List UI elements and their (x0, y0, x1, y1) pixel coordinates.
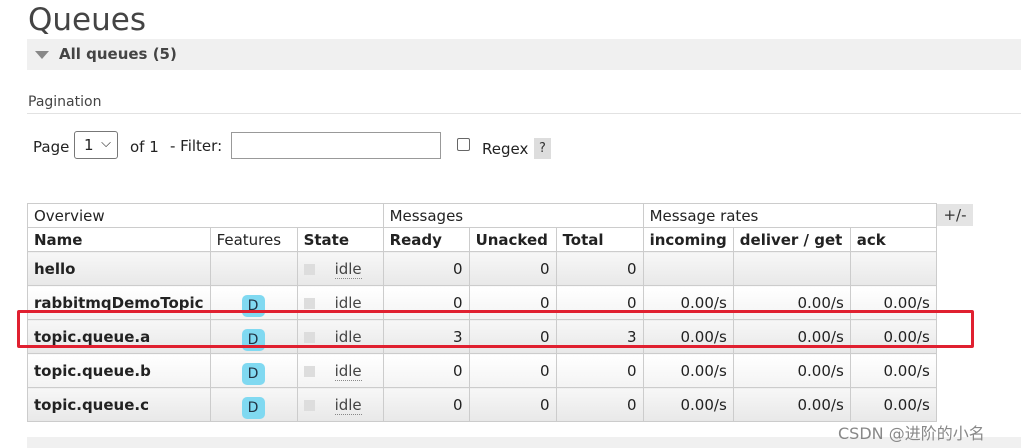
of-label: of 1 (130, 138, 159, 156)
group-header-rates: Message rates (642, 203, 937, 228)
page-select[interactable]: 1 ⌵ (74, 131, 118, 159)
ready-cell: 0 (382, 353, 470, 388)
queue-name-link[interactable]: topic.queue.b (34, 362, 151, 380)
column-header-ack[interactable]: ack (849, 227, 937, 252)
group-header-overview: Overview (27, 203, 384, 228)
column-header-name[interactable]: Name (27, 227, 211, 252)
filter-input[interactable] (231, 132, 441, 159)
section-label: All queues (5) (59, 45, 177, 63)
queue-name-link[interactable]: topic.queue.c (34, 396, 149, 414)
incoming-cell: 0.00/s (642, 387, 734, 422)
regex-checkbox[interactable] (457, 138, 470, 151)
column-header-ready[interactable]: Ready (382, 227, 470, 252)
durable-badge: D (241, 396, 265, 419)
help-button[interactable]: ? (534, 138, 551, 159)
durable-badge: D (241, 362, 265, 385)
group-header-messages: Messages (382, 203, 644, 228)
state-indicator (303, 297, 315, 309)
table-row[interactable]: hello idle 0 0 0 (27, 251, 937, 286)
state-label: idle (334, 259, 362, 279)
state-label: idle (334, 361, 362, 381)
state-indicator (303, 263, 315, 275)
all-queues-toggle[interactable]: All queues (5) (27, 39, 1021, 70)
page-select-value: 1 (84, 136, 94, 154)
ack-cell: 0.00/s (849, 387, 937, 422)
deliver-cell: 0.00/s (732, 353, 851, 388)
total-cell: 0 (555, 251, 644, 286)
regex-label: Regex (482, 140, 529, 158)
filter-label: - Filter: (170, 137, 223, 155)
deliver-cell (732, 251, 851, 286)
state-indicator (303, 399, 315, 411)
table-row[interactable]: topic.queue.c D idle 0 0 0 0.00/s 0.00/s… (27, 387, 937, 422)
total-cell: 0 (555, 353, 644, 388)
queue-name-link[interactable]: hello (34, 260, 75, 278)
ready-cell: 0 (382, 251, 470, 286)
state-indicator (303, 365, 315, 377)
collapse-triangle-icon (35, 51, 49, 59)
ack-cell (849, 251, 937, 286)
ack-cell: 0.00/s (849, 353, 937, 388)
table-row[interactable]: topic.queue.b D idle 0 0 0 0.00/s 0.00/s… (27, 353, 937, 388)
watermark: CSDN @进阶的小名 (838, 424, 985, 443)
total-cell: 0 (555, 387, 644, 422)
column-header-state[interactable]: State (296, 227, 384, 252)
pagination-label: Pagination (28, 94, 102, 110)
column-header-incoming[interactable]: incoming (642, 227, 734, 252)
column-header-features[interactable]: Features (209, 227, 298, 252)
unacked-cell: 0 (468, 251, 557, 286)
column-header-deliver-get[interactable]: deliver / get (732, 227, 851, 252)
page-label: Page (33, 138, 70, 156)
unacked-cell: 0 (468, 353, 557, 388)
state-label: idle (334, 395, 362, 415)
unacked-cell: 0 (468, 387, 557, 422)
features-cell (209, 251, 298, 286)
incoming-cell (642, 251, 734, 286)
column-header-total[interactable]: Total (555, 227, 644, 252)
queue-name-link[interactable]: rabbitmqDemoTopic (34, 294, 204, 312)
column-header-unacked[interactable]: Unacked (468, 227, 557, 252)
toggle-columns-button[interactable]: +/- (937, 204, 973, 226)
chevron-down-icon: ⌵ (101, 136, 111, 151)
page-title: Queues (28, 2, 146, 38)
incoming-cell: 0.00/s (642, 353, 734, 388)
divider (27, 113, 1021, 114)
ready-cell: 0 (382, 387, 470, 422)
highlight-annotation (17, 310, 974, 348)
deliver-cell: 0.00/s (732, 387, 851, 422)
